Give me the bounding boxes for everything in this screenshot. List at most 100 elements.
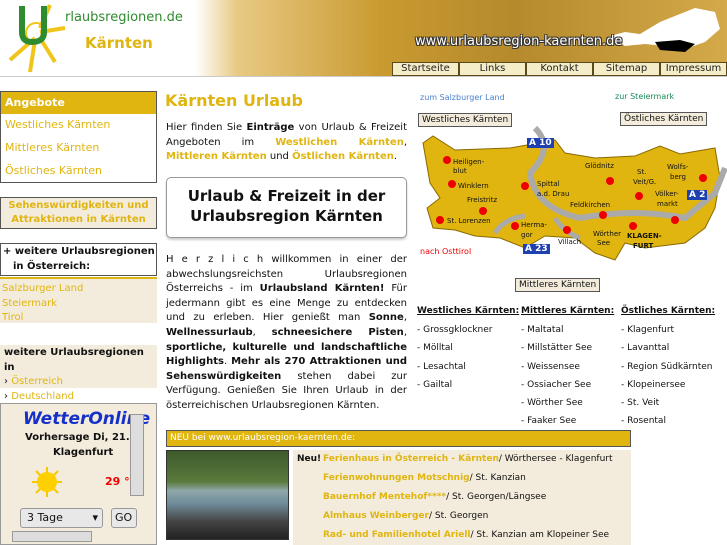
region-item: - Rosental (621, 416, 666, 427)
town-label: Villach (558, 238, 582, 246)
map-label-east[interactable]: Östliches Kärnten (620, 112, 708, 126)
town-label: gor (521, 231, 533, 239)
vertical-scrollbar[interactable] (130, 414, 144, 496)
days-select[interactable]: 3 Tage ▾ (20, 508, 103, 528)
link-oestlichen[interactable]: Östlichen Kärnten (292, 151, 394, 162)
map-link-steiermark[interactable]: zur Steiermark (615, 92, 674, 101)
region-list-east: Östliches Kärnten: - Klagenfurt - Lavant… (621, 305, 715, 431)
weitere-line2: in Österreich: (13, 261, 91, 272)
link-mittleren[interactable]: Mittleren Kärnten (166, 151, 267, 162)
news-place: / St. Georgen/Längsee (446, 492, 547, 502)
news-link[interactable]: Bauernhof Mentehof**** (323, 488, 446, 507)
town-label: Glödnitz (585, 162, 614, 170)
region-item: - Weissensee (521, 361, 580, 372)
region-item: - Ossiacher See (521, 379, 592, 390)
days-select-value: 3 Tage (27, 511, 63, 524)
town-label: Feldkirchen (570, 201, 611, 209)
kaernten-map[interactable]: zum Salzburger Land zur Steiermark nach … (415, 88, 727, 298)
sehenswuerdigkeiten-link[interactable]: Sehenswürdigkeiten und Attraktionen in K… (0, 197, 157, 229)
town-label: Wörther (593, 230, 622, 238)
link-tirol[interactable]: Tirol (2, 311, 155, 326)
go-button[interactable]: GO (111, 508, 137, 528)
town-label: Winklern (458, 182, 489, 190)
region-item: - Mölltal (417, 343, 453, 354)
news-place: / St. Kanzian am Klopeiner See (470, 530, 610, 540)
news-item: Ferienwohnungen Motschnig / St. Kanzian (297, 469, 631, 488)
news-place: / St. Kanzian (469, 473, 526, 483)
headline-line1: Urlaub & Freizeit in der (187, 187, 386, 205)
region-item: - Region Südkärnten (621, 361, 713, 372)
austria-map-icon (610, 8, 720, 52)
weitere-regionen-list: Salzburger Land Steiermark Tirol (0, 277, 157, 323)
town-label: Wolfs- (667, 163, 689, 171)
logo[interactable]: rlaubsregionen.de Kärnten (0, 0, 195, 76)
region-item: - Lavanttal (621, 343, 670, 354)
link-oesterreich[interactable]: Österreich (11, 376, 63, 387)
map-label-west[interactable]: Westliches Kärnten (418, 113, 513, 127)
region-item: - Gailtal (417, 379, 453, 390)
region-item: - Faaker See (521, 416, 577, 427)
map-link-osttirol[interactable]: nach Osttirol (420, 247, 471, 256)
town-label: Veit/G. (633, 178, 657, 186)
menu-westliches-kaernten[interactable]: Westliches Kärnten (1, 114, 156, 137)
region-item: - Klagenfurt (621, 325, 675, 335)
town-label: berg (670, 173, 686, 181)
news-link[interactable]: Rad- und Familienhotel Ariell (323, 526, 471, 545)
region-title: Westliches Kärnten: (417, 306, 520, 316)
lake-photo (166, 450, 289, 540)
sun-icon (32, 467, 62, 497)
town-label: blut (453, 167, 467, 175)
nav-impressum[interactable]: Impressum (660, 62, 727, 76)
headline-line2: Urlaubsregion Kärnten (190, 207, 383, 225)
news-link[interactable]: Ferienhaus in Österreich - Kärnten (323, 450, 499, 469)
page-title: Kärnten Urlaub (165, 91, 303, 110)
link-deutschland[interactable]: Deutschland (11, 391, 74, 402)
region-list-west: Westliches Kärnten: - Grossgklockner - M… (417, 305, 519, 394)
menu-mittleres-kaernten[interactable]: Mittleres Kärnten (1, 137, 156, 160)
intro-text: Hier finden Sie Einträge von Urlaub & Fr… (166, 122, 407, 162)
map-link-salzburg[interactable]: zum Salzburger Land (420, 93, 505, 102)
town-label: St. Lorenzen (447, 217, 491, 225)
horizontal-scrollbar[interactable] (12, 531, 92, 542)
top-nav: Startseite Links Kontakt Sitemap Impress… (392, 62, 727, 76)
town-label: See (597, 239, 611, 247)
nav-startseite[interactable]: Startseite (392, 62, 459, 76)
nav-kontakt[interactable]: Kontakt (526, 62, 593, 76)
map-label-middle[interactable]: Mittleres Kärnten (515, 278, 601, 292)
header: rlaubsregionen.de Kärnten www.urlaubsreg… (0, 0, 727, 77)
link-steiermark[interactable]: Steiermark (2, 297, 155, 312)
news-place: / St. Georgen (428, 511, 489, 521)
angebote-menu: Angebote Westliches Kärnten Mittleres Kä… (0, 91, 157, 183)
news-item: Bauernhof Mentehof**** / St. Georgen/Län… (297, 488, 631, 507)
logo-text: rlaubsregionen.de (65, 10, 183, 25)
news-item: Neu! Ferienhaus in Österreich - Kärnten /… (297, 450, 631, 469)
angebote-title: Angebote (1, 92, 156, 114)
sehens-line2: Attraktionen in Kärnten (11, 214, 146, 225)
news-link[interactable]: Ferienwohnungen Motschnig (323, 469, 470, 488)
link-salzburger-land[interactable]: Salzburger Land (2, 282, 155, 297)
nav-links[interactable]: Links (459, 62, 526, 76)
region-item: - Lesachtal (417, 361, 466, 372)
weitere-regionen-header: + weitere Urlaubsregionen in Österreich: (0, 243, 157, 276)
menu-oestliches-kaernten[interactable]: Östliches Kärnten (1, 160, 156, 183)
town-label: markt (657, 200, 678, 208)
news-item: Rad- und Familienhotel Ariell / St. Kanz… (297, 526, 631, 545)
region-item: - Millstätter See (521, 343, 593, 354)
forecast-city: Klagenfurt (53, 447, 114, 458)
chevron-down-icon: ▾ (92, 511, 98, 524)
weather-widget: WetterOnline Vorhersage Di, 21.06 Klagen… (0, 403, 157, 545)
region-list-middle: Mittleres Kärnten: - Maltatal - Millstät… (521, 305, 614, 431)
town-label: Herma- (521, 221, 547, 229)
news-link[interactable]: Almhaus Weinberger (323, 507, 429, 526)
news-place: / Wörthersee - Klagenfurt (498, 454, 613, 464)
region-title: Mittleres Kärnten: (521, 306, 615, 316)
town-label: Freistritz (467, 196, 498, 204)
town-label: Spittal (537, 180, 560, 188)
town-label: St. (637, 168, 647, 176)
weitere-line1: + weitere Urlaubsregionen (3, 246, 155, 257)
forecast-date: Vorhersage Di, 21.06 (25, 432, 144, 443)
nav-sitemap[interactable]: Sitemap (593, 62, 660, 76)
region-item: - Maltatal (521, 325, 564, 335)
link-westlichen[interactable]: Westlichen Kärnten (275, 137, 404, 148)
town-label: a.d. Drau (537, 190, 570, 198)
